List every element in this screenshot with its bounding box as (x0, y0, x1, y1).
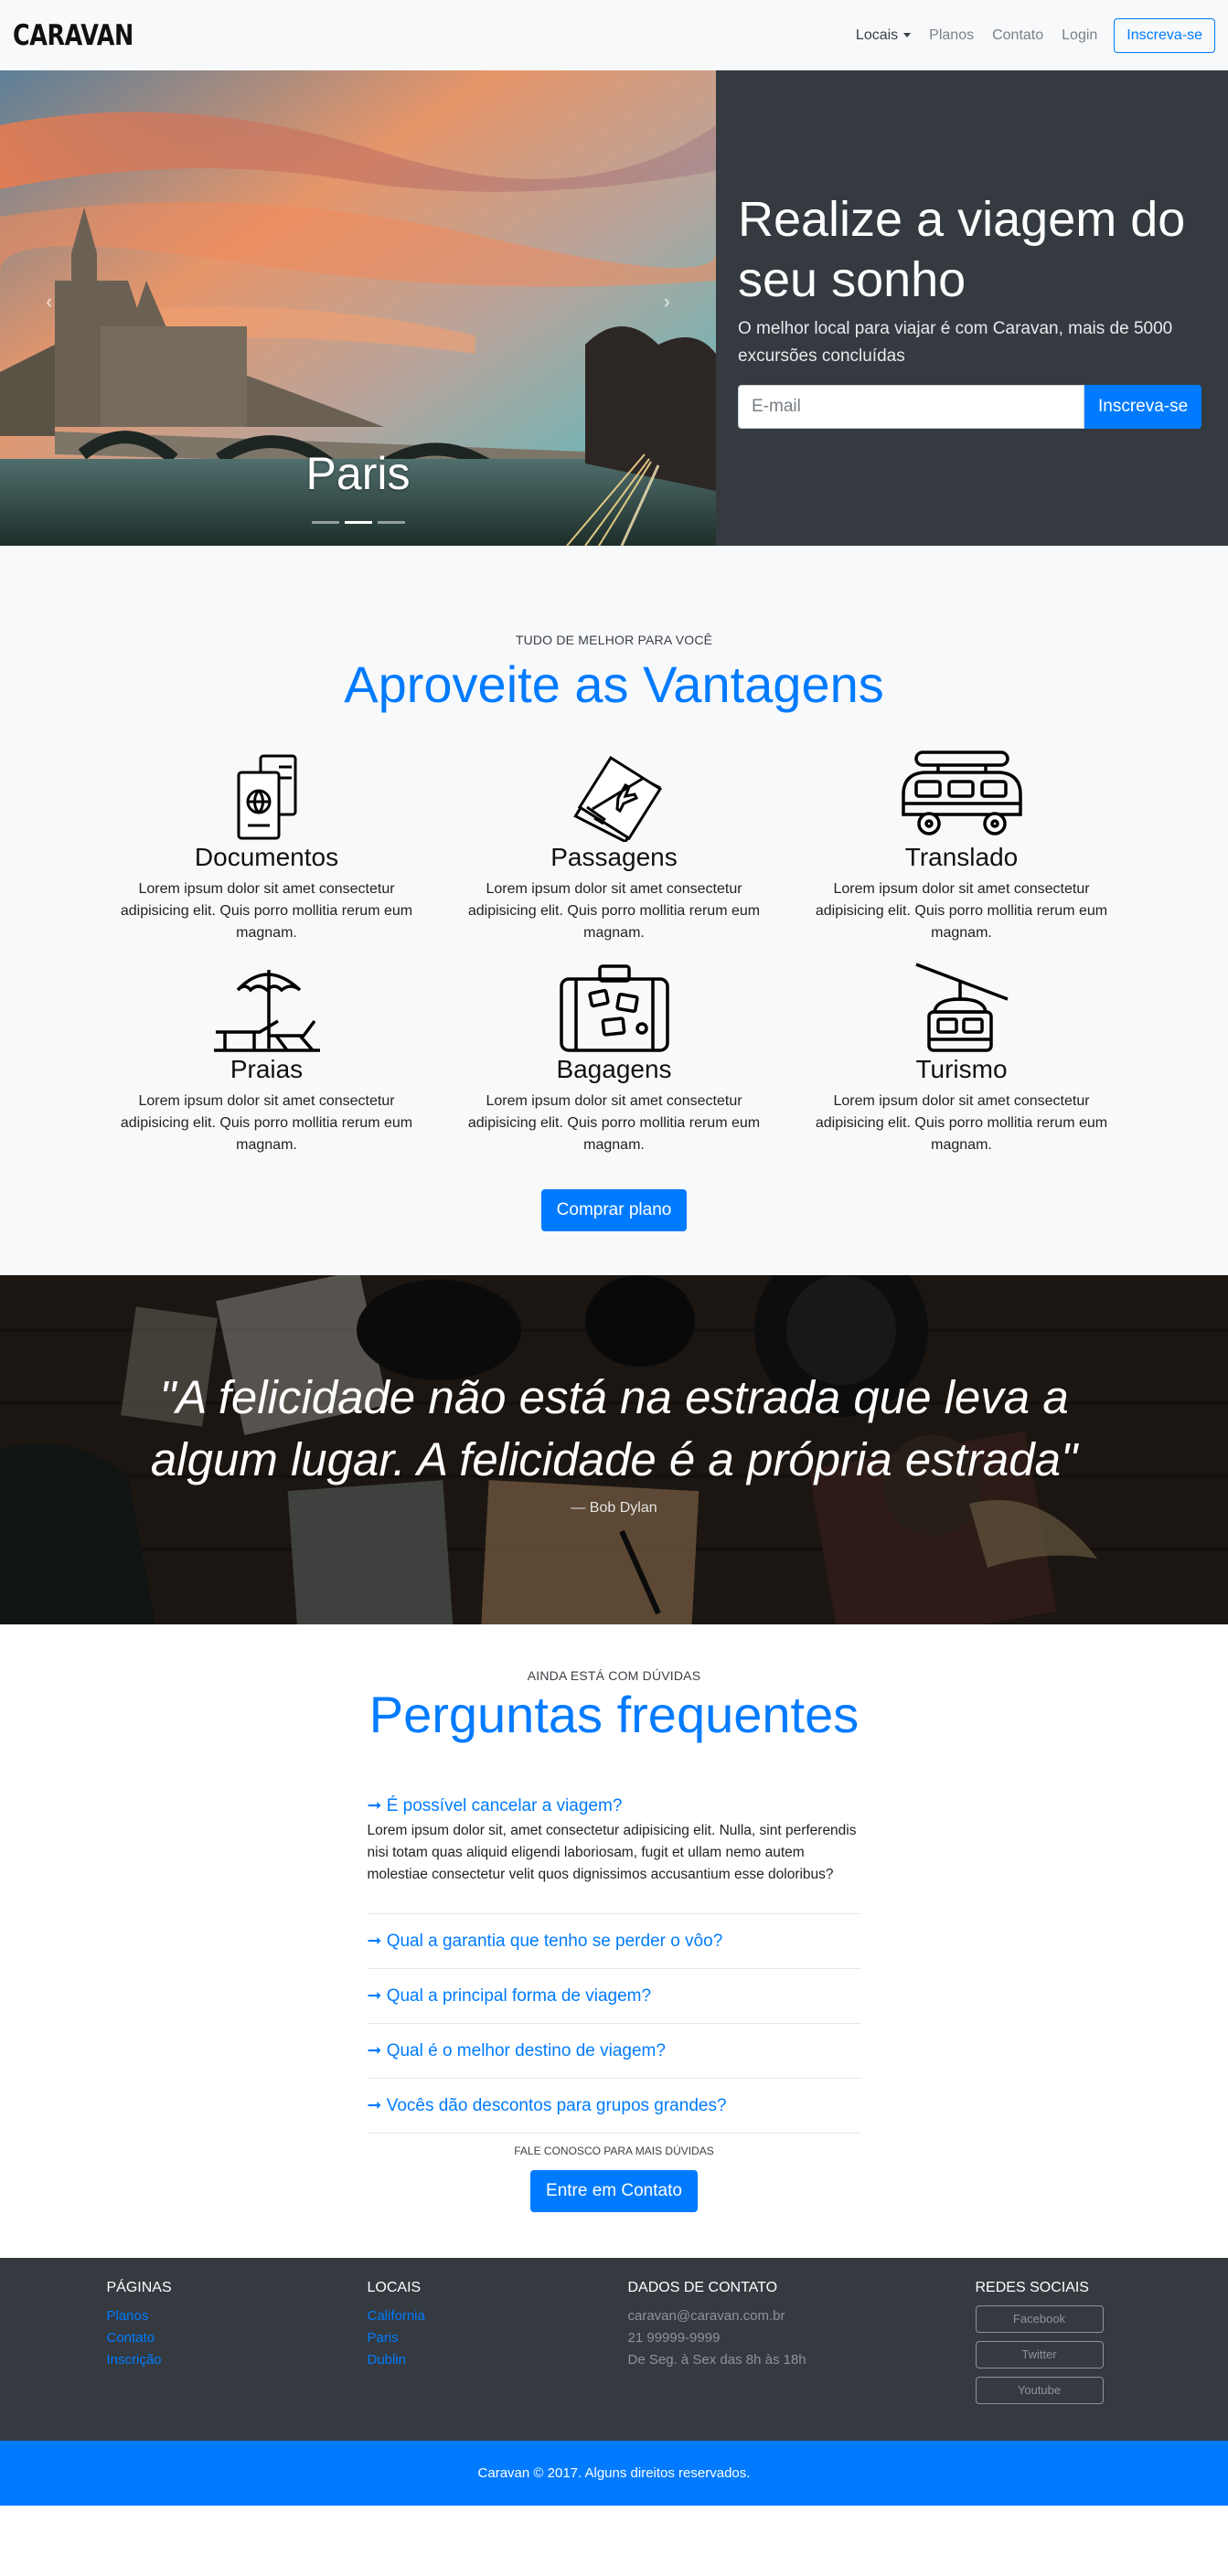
faq-question[interactable]: ➞ Vocês dão descontos para grupos grande… (368, 2079, 861, 2133)
feature-card: Passagens Lorem ipsum dolor sit amet con… (441, 747, 788, 944)
brand-logo[interactable]: CARAVAN (13, 19, 133, 52)
feature-title: Documentos (194, 843, 339, 871)
hero: ‹ › Paris Realize a viagem do seu sonho … (0, 70, 1228, 546)
feature-title: Passagens (550, 843, 678, 871)
cable-car-icon (802, 959, 1122, 1054)
feature-title: Turismo (915, 1055, 1008, 1083)
feature-text: Lorem ipsum dolor sit amet consectetur a… (120, 1093, 413, 1153)
feature-text: Lorem ipsum dolor sit amet consectetur a… (815, 1093, 1108, 1153)
feature-text: Lorem ipsum dolor sit amet consectetur a… (467, 881, 761, 941)
footer-link-planos[interactable]: Planos (107, 2305, 368, 2327)
footer-link-paris[interactable]: Paris (368, 2327, 628, 2349)
youtube-button[interactable]: Youtube (975, 2377, 1104, 2404)
hero-title: Realize a viagem do seu sonho (738, 192, 1186, 307)
footer-link-california[interactable]: California (368, 2305, 628, 2327)
email-input[interactable] (738, 385, 1084, 429)
nav-planos[interactable]: Planos (920, 27, 983, 44)
facebook-button[interactable]: Facebook (975, 2305, 1104, 2333)
feature-title: Praias (230, 1055, 304, 1083)
faq-item: ➞ Vocês dão descontos para grupos grande… (367, 2079, 861, 2134)
quote-author: — Bob Dylan (571, 1500, 657, 1516)
carousel-indicator[interactable] (311, 521, 339, 524)
faq-item: ➞ Qual a principal forma de viagem? (367, 1969, 861, 2024)
faq-item: ➞ Qual é o melhor destino de viagem? (367, 2024, 861, 2079)
footer-link-inscricao[interactable]: Inscrição (107, 2349, 368, 2371)
features-section: TUDO DE MELHOR PARA VOCÊ Aproveite as Va… (0, 546, 1228, 1275)
faq-title: Perguntas frequentes (368, 1686, 860, 1743)
features-grid: Documentos Lorem ipsum dolor sit amet co… (93, 747, 1136, 1156)
quote-content: "A felicidade não está na estrada que le… (0, 1367, 1228, 1517)
faq-answer: Lorem ipsum dolor sit, amet consectetur … (367, 1823, 857, 1882)
carousel-prev-icon[interactable]: ‹ (46, 290, 52, 314)
hero-panel: Realize a viagem do seu sonho O melhor l… (716, 70, 1228, 546)
footer-hours: De Seg. à Sex das 8h às 18h (627, 2352, 806, 2368)
footer-social: REDES SOCIAIS Facebook Twitter Youtube (975, 2280, 1149, 2412)
hero-subtitle: O melhor local para viajar é com Caravan… (738, 319, 1173, 366)
footer-heading: REDES SOCIAIS (975, 2280, 1089, 2295)
footer-email: caravan@caravan.com.br (627, 2308, 785, 2324)
feature-card: Praias Lorem ipsum dolor sit amet consec… (93, 959, 441, 1156)
faq-item: ➞ É possível cancelar a viagem? Lorem ip… (367, 1795, 861, 1914)
carousel-indicators (0, 521, 716, 524)
feature-text: Lorem ipsum dolor sit amet consectetur a… (815, 881, 1108, 941)
footer-heading: DADOS DE CONTATO (627, 2280, 778, 2295)
passport-icon (107, 747, 427, 842)
faq-footnote: FALE CONOSCO PARA MAIS DÚVIDAS (514, 2145, 714, 2157)
faq-question[interactable]: ➞ É possível cancelar a viagem? (368, 1795, 861, 1820)
signup-button[interactable]: Inscreva-se (1084, 385, 1202, 429)
footer: PÁGINAS Planos Contato Inscrição LOCAIS … (0, 2258, 1228, 2441)
feature-card: Translado Lorem ipsum dolor sit amet con… (788, 747, 1136, 944)
signup-form: Inscreva-se (738, 385, 1206, 429)
tickets-icon (454, 747, 774, 842)
footer-places: LOCAIS California Paris Dublin (368, 2280, 628, 2412)
feature-card: Bagagens Lorem ipsum dolor sit amet cons… (441, 959, 788, 1156)
faq-question[interactable]: ➞ Qual a principal forma de viagem? (368, 1969, 861, 2023)
carousel: ‹ › Paris (0, 70, 716, 546)
twitter-button[interactable]: Twitter (975, 2341, 1104, 2368)
feature-text: Lorem ipsum dolor sit amet consectetur a… (467, 1093, 761, 1153)
nav-signup-button[interactable]: Inscreva-se (1114, 17, 1215, 53)
faq-question[interactable]: ➞ Qual a garantia que tenho se perder o … (368, 1914, 861, 1968)
carousel-caption: Paris (305, 448, 411, 499)
footer-link-dublin[interactable]: Dublin (368, 2349, 628, 2371)
feature-card: Documentos Lorem ipsum dolor sit amet co… (93, 747, 441, 944)
footer-heading: LOCAIS (367, 2280, 422, 2295)
nav-links: Locais Planos Contato Login Inscreva-se (847, 17, 1215, 53)
caret-down-icon (903, 32, 912, 37)
footer-link-contato[interactable]: Contato (107, 2327, 368, 2349)
copyright-bar: Caravan © 2017. Alguns direitos reservad… (0, 2441, 1228, 2506)
features-eyebrow: TUDO DE MELHOR PARA VOCÊ (515, 633, 713, 647)
footer-contact: DADOS DE CONTATO caravan@caravan.com.br … (628, 2280, 976, 2412)
features-title: Aproveite as Vantagens (344, 655, 884, 713)
faq-list: ➞ É possível cancelar a viagem? Lorem ip… (367, 1795, 861, 2134)
faq-eyebrow: AINDA ESTÁ COM DÚVIDAS (527, 1668, 701, 1683)
footer-pages: PÁGINAS Planos Contato Inscrição (107, 2280, 368, 2412)
nav-locais-label: Locais (855, 27, 899, 43)
beach-umbrella-icon (107, 959, 427, 1054)
feature-card: Turismo Lorem ipsum dolor sit amet conse… (788, 959, 1136, 1156)
nav-login[interactable]: Login (1052, 27, 1106, 44)
footer-phone: 21 99999-9999 (627, 2330, 721, 2346)
faq-section: AINDA ESTÁ COM DÚVIDAS Perguntas frequen… (0, 1624, 1228, 2258)
nav-contato[interactable]: Contato (983, 27, 1052, 44)
faq-item: ➞ Qual a garantia que tenho se perder o … (367, 1914, 861, 1969)
buy-plan-button[interactable]: Comprar plano (540, 1189, 688, 1231)
nav-locais-dropdown[interactable]: Locais (847, 27, 920, 44)
feature-title: Bagagens (556, 1055, 672, 1083)
suitcase-icon (454, 959, 774, 1054)
footer-heading: PÁGINAS (106, 2280, 172, 2295)
contact-button[interactable]: Entre em Contato (530, 2170, 698, 2212)
footer-columns: PÁGINAS Planos Contato Inscrição LOCAIS … (93, 2280, 1136, 2412)
van-icon (802, 747, 1122, 842)
carousel-next-icon[interactable]: › (664, 290, 670, 314)
quote-section: "A felicidade não está na estrada que le… (0, 1275, 1228, 1624)
carousel-indicator[interactable] (377, 521, 405, 524)
feature-text: Lorem ipsum dolor sit amet consectetur a… (120, 881, 413, 941)
carousel-indicator-active[interactable] (344, 521, 372, 524)
feature-title: Translado (904, 843, 1019, 871)
faq-question[interactable]: ➞ Qual é o melhor destino de viagem? (368, 2024, 861, 2078)
quote-text: "A felicidade não está na estrada que le… (150, 1371, 1078, 1485)
navbar: CARAVAN Locais Planos Contato Login Insc… (0, 0, 1228, 70)
